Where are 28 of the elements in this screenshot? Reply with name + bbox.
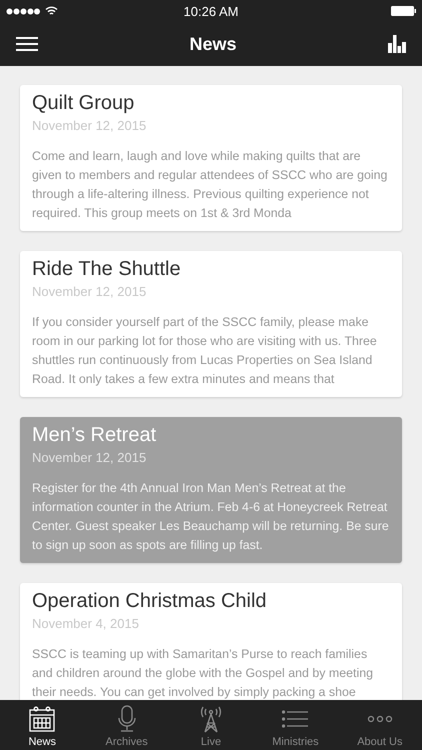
signal-icon bbox=[6, 8, 40, 14]
tab-button[interactable]: Live bbox=[168, 700, 254, 750]
news-card[interactable] bbox=[20, 251, 402, 397]
article-date: November 12, 2015 bbox=[32, 450, 148, 465]
news-card[interactable] bbox=[20, 85, 402, 231]
article-text: Come and learn, laugh and love while making quilts that are given to members and regular attendees of SSCC who are going through a life-altering illness. Previous quilting experience not required. This group meets on 1st & 3rd Monda bbox=[32, 148, 388, 222]
list-icon bbox=[282, 709, 308, 729]
more-icon bbox=[366, 715, 393, 723]
article-title: Ride The Shuttle bbox=[32, 257, 182, 281]
article-title: Operation Christmas Child bbox=[32, 589, 268, 613]
news-card[interactable] bbox=[20, 583, 402, 700]
calendar-icon bbox=[29, 706, 56, 732]
news-card[interactable] bbox=[20, 417, 402, 563]
article-text: Register for the 4th Annual Iron Man Men’s Retreat at the information counter in the Atrium. Feb 4-6 at Honeycreek Retreat Center. Guest speaker Les Beauchamp will be returning. Be sure to sign up soon as spots are filling up fast. bbox=[32, 480, 390, 554]
tab-button[interactable]: About Us bbox=[338, 700, 422, 750]
antenna-icon bbox=[199, 705, 224, 733]
article-title: Quilt Group bbox=[32, 91, 136, 115]
article-title: Men’s Retreat bbox=[32, 423, 158, 447]
status-time: 10:26 AM bbox=[184, 4, 238, 18]
battery-icon bbox=[391, 6, 416, 16]
page-title: News bbox=[189, 34, 237, 54]
tab-button[interactable]: News bbox=[0, 700, 84, 750]
wifi-icon bbox=[45, 6, 58, 16]
tab-button[interactable]: Archives bbox=[84, 700, 169, 750]
microphone-icon bbox=[116, 705, 137, 733]
article-text: SSCC is teaming up with Samaritan’s Purse to reach families and children around the globe with the Gospel and by meeting their needs. You can get involved by simply packing a shoe bbox=[32, 646, 374, 700]
article-text: If you consider yourself part of the SSCC family, please make room in our parking lot for those who are visiting with us. Three shuttles run continuously from Lucas Properties on Sea Island Road. It only takes a few extra minutes and means that bbox=[32, 314, 378, 388]
tab-button[interactable]: Ministries bbox=[253, 700, 338, 750]
